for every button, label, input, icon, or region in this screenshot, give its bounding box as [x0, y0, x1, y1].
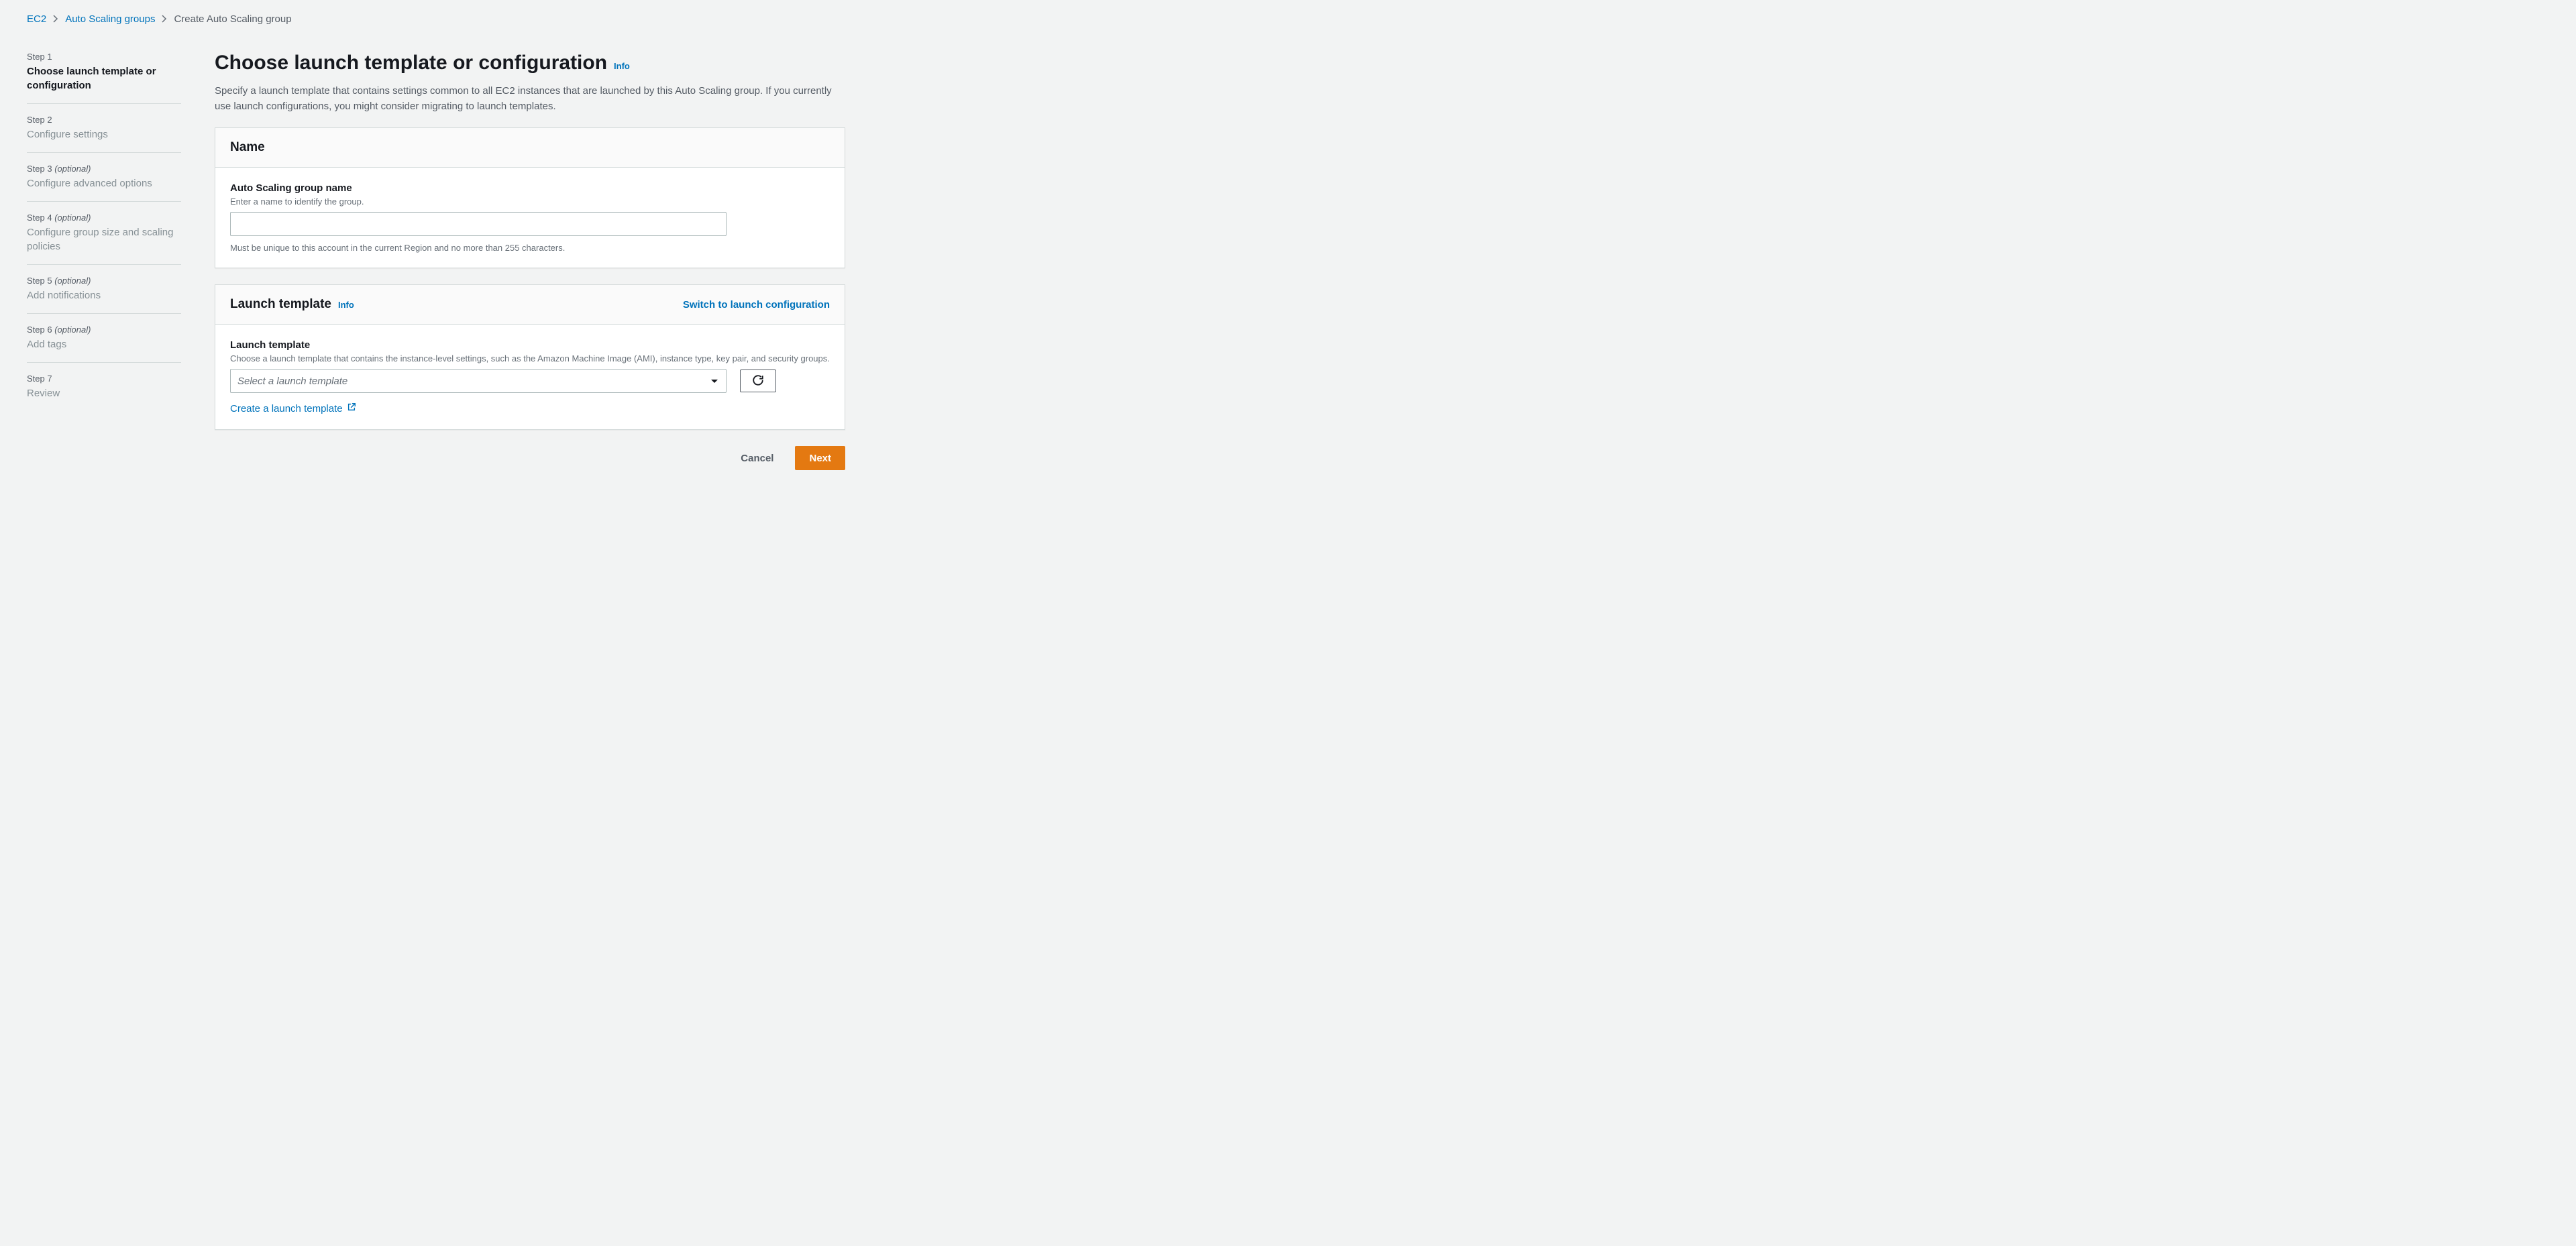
- next-button[interactable]: Next: [795, 446, 845, 470]
- step-number: Step 3 (optional): [27, 164, 181, 174]
- step-number: Step 5 (optional): [27, 276, 181, 286]
- wizard-step-5: Step 5 (optional) Add notifications: [27, 276, 181, 314]
- asg-name-label: Auto Scaling group name: [230, 182, 830, 194]
- step-number: Step 7: [27, 374, 181, 384]
- step-title: Add notifications: [27, 288, 181, 302]
- wizard-step-6: Step 6 (optional) Add tags: [27, 325, 181, 363]
- launch-template-label: Launch template: [230, 339, 830, 351]
- step-title: Add tags: [27, 337, 181, 351]
- wizard-sidebar: Step 1 Choose launch template or configu…: [27, 52, 181, 470]
- page-description: Specify a launch template that contains …: [215, 84, 845, 114]
- launch-template-panel: Launch template Info Switch to launch co…: [215, 284, 845, 430]
- select-placeholder: Select a launch template: [237, 376, 347, 387]
- asg-name-hint: Enter a name to identify the group.: [230, 196, 830, 207]
- step-title: Review: [27, 386, 181, 400]
- refresh-button[interactable]: [740, 370, 776, 392]
- wizard-step-4: Step 4 (optional) Configure group size a…: [27, 213, 181, 265]
- chevron-right-icon: [162, 14, 167, 25]
- info-link[interactable]: Info: [614, 61, 630, 71]
- panel-title: Name: [230, 140, 265, 155]
- step-number: Step 4 (optional): [27, 213, 181, 223]
- launch-template-select[interactable]: Select a launch template: [230, 369, 727, 393]
- name-panel: Name Auto Scaling group name Enter a nam…: [215, 127, 845, 268]
- switch-to-launch-config-link[interactable]: Switch to launch configuration: [683, 299, 830, 310]
- wizard-step-7: Step 7 Review: [27, 374, 181, 411]
- asg-name-input[interactable]: [230, 212, 727, 236]
- step-title: Configure settings: [27, 127, 181, 141]
- main-content: Choose launch template or configuration …: [215, 52, 845, 470]
- cancel-button[interactable]: Cancel: [727, 446, 787, 470]
- create-launch-template-link[interactable]: Create a launch template: [230, 402, 356, 414]
- step-number: Step 2: [27, 115, 181, 125]
- breadcrumb: EC2 Auto Scaling groups Create Auto Scal…: [27, 13, 2549, 25]
- actions-row: Cancel Next: [215, 446, 845, 470]
- asg-name-constraint: Must be unique to this account in the cu…: [230, 243, 830, 253]
- breadcrumb-current: Create Auto Scaling group: [174, 13, 291, 25]
- wizard-step-3: Step 3 (optional) Configure advanced opt…: [27, 164, 181, 202]
- chevron-right-icon: [53, 14, 58, 25]
- step-title: Configure group size and scaling policie…: [27, 225, 181, 253]
- page-title: Choose launch template or configuration: [215, 52, 607, 74]
- refresh-icon: [752, 374, 764, 388]
- external-link-icon: [347, 402, 356, 414]
- wizard-step-2: Step 2 Configure settings: [27, 115, 181, 153]
- info-link[interactable]: Info: [338, 300, 354, 310]
- launch-template-hint: Choose a launch template that contains t…: [230, 353, 830, 363]
- step-title: Choose launch template or configuration: [27, 64, 181, 93]
- breadcrumb-asg[interactable]: Auto Scaling groups: [65, 13, 155, 25]
- wizard-step-1[interactable]: Step 1 Choose launch template or configu…: [27, 52, 181, 104]
- step-number: Step 6 (optional): [27, 325, 181, 335]
- step-title: Configure advanced options: [27, 176, 181, 190]
- panel-title: Launch template: [230, 297, 331, 312]
- breadcrumb-ec2[interactable]: EC2: [27, 13, 46, 25]
- step-number: Step 1: [27, 52, 181, 62]
